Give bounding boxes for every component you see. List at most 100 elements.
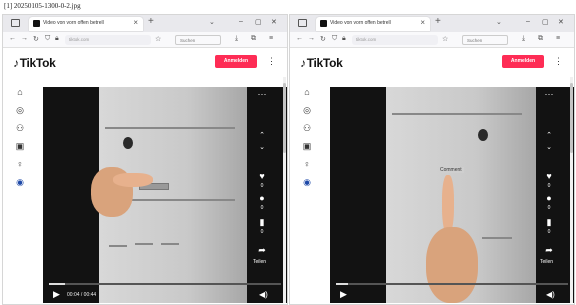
- search-input[interactable]: Suchen: [462, 35, 508, 45]
- tab-list-icon[interactable]: [11, 19, 20, 27]
- back-icon[interactable]: ←: [296, 35, 303, 42]
- panel-edge: [105, 127, 235, 129]
- comment-icon[interactable]: ●: [542, 193, 556, 203]
- share-icon[interactable]: ➦: [542, 245, 556, 256]
- tiktok-note-icon: ♪: [300, 56, 306, 70]
- close-tab-icon[interactable]: ×: [133, 18, 138, 27]
- like-heart-icon[interactable]: ♥: [255, 171, 269, 181]
- browser-window-right: Video von vorn offen betrell × + ⌄ – ▢ ✕…: [289, 14, 575, 305]
- tiktok-note-icon: ♪: [13, 56, 19, 70]
- previous-video-icon[interactable]: ⌃: [255, 131, 269, 139]
- lock-icon: 🔒︎: [342, 35, 346, 42]
- list-all-tabs-icon[interactable]: ⌄: [209, 18, 215, 26]
- bookmark-star-icon[interactable]: ☆: [155, 35, 161, 43]
- close-tab-icon[interactable]: ×: [420, 18, 425, 27]
- page-scrollbar[interactable]: [283, 77, 286, 303]
- play-icon[interactable]: ▶: [53, 289, 60, 300]
- previous-video-icon[interactable]: ⌃: [542, 131, 556, 139]
- progress-bar[interactable]: [336, 283, 568, 285]
- panel-edge: [392, 113, 522, 115]
- tiktok-logo[interactable]: ♪TikTok: [13, 56, 56, 70]
- tab-list-icon[interactable]: [298, 19, 307, 27]
- progress-bar[interactable]: [49, 283, 281, 285]
- explore-icon[interactable]: ◎: [12, 105, 28, 123]
- profile-icon[interactable]: ◉: [299, 177, 315, 195]
- url-bar[interactable]: tiktok.com: [65, 35, 151, 45]
- vent-slot: [135, 243, 153, 245]
- forward-icon[interactable]: →: [21, 35, 28, 42]
- tiktok-favicon-icon: [33, 20, 40, 27]
- bookmark-icon[interactable]: ▮: [255, 217, 269, 228]
- tiktok-header: ♪TikTok Anmelden ⋮: [290, 48, 574, 76]
- download-icon[interactable]: ⤓: [522, 35, 525, 43]
- shield-icon[interactable]: ⛉: [332, 35, 337, 43]
- window-close-icon[interactable]: ✕: [558, 18, 564, 26]
- vent-slot: [109, 245, 127, 247]
- vent-slot: [161, 243, 179, 245]
- url-bar[interactable]: tiktok.com: [352, 35, 438, 45]
- profile-person-icon[interactable]: ♀: [299, 159, 315, 177]
- reload-icon[interactable]: ↻: [320, 35, 326, 43]
- reload-icon[interactable]: ↻: [33, 35, 39, 43]
- shield-icon[interactable]: ⛉: [45, 35, 50, 43]
- tab-title: Video von vorn offen betrell: [43, 20, 104, 26]
- window-close-icon[interactable]: ✕: [271, 18, 277, 26]
- share-icon[interactable]: ➦: [255, 245, 269, 256]
- comment-icon[interactable]: ●: [255, 193, 269, 203]
- more-icon[interactable]: ···: [255, 89, 269, 99]
- mailbox-lock-image: [478, 129, 488, 141]
- menu-icon[interactable]: ≡: [269, 35, 273, 42]
- maximize-icon[interactable]: ▢: [542, 18, 549, 26]
- tab-bar: Video von vorn offen betrell × + ⌄ – ▢ ✕: [3, 15, 287, 32]
- explore-icon[interactable]: ◎: [299, 105, 315, 123]
- profile-person-icon[interactable]: ♀: [12, 159, 28, 177]
- like-heart-icon[interactable]: ♥: [542, 171, 556, 181]
- new-tab-icon[interactable]: +: [435, 16, 441, 27]
- video-player[interactable]: ··· ⌃ ⌄ ♥ 0 ● 0 ▮ 0 ➦ Teilen ▶ 00:04 / 0…: [43, 87, 287, 303]
- more-icon[interactable]: ···: [542, 89, 556, 99]
- home-icon[interactable]: ⌂: [12, 87, 28, 105]
- maximize-icon[interactable]: ▢: [255, 18, 262, 26]
- live-icon[interactable]: ▣: [12, 141, 28, 159]
- volume-icon[interactable]: ◀): [546, 290, 555, 299]
- back-icon[interactable]: ←: [9, 35, 16, 42]
- finger-image: [442, 175, 454, 235]
- search-input[interactable]: Suchen: [175, 35, 221, 45]
- play-icon[interactable]: ▶: [340, 289, 347, 300]
- tiktok-logo[interactable]: ♪TikTok: [300, 56, 343, 70]
- following-icon[interactable]: ⚇: [12, 123, 28, 141]
- menu-icon[interactable]: ≡: [556, 35, 560, 42]
- side-nav: ⌂ ◎ ⚇ ▣ ♀ ◉: [12, 87, 28, 195]
- login-button[interactable]: Anmelden: [502, 55, 544, 68]
- home-icon[interactable]: ⌂: [299, 87, 315, 105]
- extensions-icon[interactable]: ⧉: [538, 35, 543, 43]
- page-scrollbar[interactable]: [570, 77, 573, 303]
- live-icon[interactable]: ▣: [299, 141, 315, 159]
- volume-icon[interactable]: ◀): [259, 290, 268, 299]
- forward-icon[interactable]: →: [308, 35, 315, 42]
- like-count: 0: [547, 183, 551, 189]
- download-icon[interactable]: ⤓: [235, 35, 238, 43]
- bookmark-icon[interactable]: ▮: [542, 217, 556, 228]
- minimize-icon[interactable]: –: [526, 18, 530, 25]
- extensions-icon[interactable]: ⧉: [251, 35, 256, 43]
- video-player[interactable]: Comment ··· ⌃ ⌄ ♥ 0 ● 0 ▮ 0 ➦ Teilen ▶ ◀…: [330, 87, 574, 303]
- next-video-icon[interactable]: ⌄: [255, 143, 269, 151]
- time-display: 00:04 / 00:44: [67, 292, 97, 298]
- tab-bar: Video von vorn offen betrell × + ⌄ – ▢ ✕: [290, 15, 574, 32]
- next-video-icon[interactable]: ⌄: [542, 143, 556, 151]
- lock-icon: 🔒︎: [55, 35, 59, 42]
- bookmark-count: 0: [260, 229, 264, 235]
- more-options-icon[interactable]: ⋮: [554, 56, 563, 67]
- video-frame: [91, 87, 247, 303]
- profile-icon[interactable]: ◉: [12, 177, 28, 195]
- tab-tiktok-video[interactable]: Video von vorn offen betrell ×: [316, 17, 430, 31]
- tab-tiktok-video[interactable]: Video von vorn offen betrell ×: [29, 17, 143, 31]
- login-button[interactable]: Anmelden: [215, 55, 257, 68]
- following-icon[interactable]: ⚇: [299, 123, 315, 141]
- more-options-icon[interactable]: ⋮: [267, 56, 276, 67]
- minimize-icon[interactable]: –: [239, 18, 243, 25]
- list-all-tabs-icon[interactable]: ⌄: [496, 18, 502, 26]
- new-tab-icon[interactable]: +: [148, 16, 154, 27]
- bookmark-star-icon[interactable]: ☆: [442, 35, 448, 43]
